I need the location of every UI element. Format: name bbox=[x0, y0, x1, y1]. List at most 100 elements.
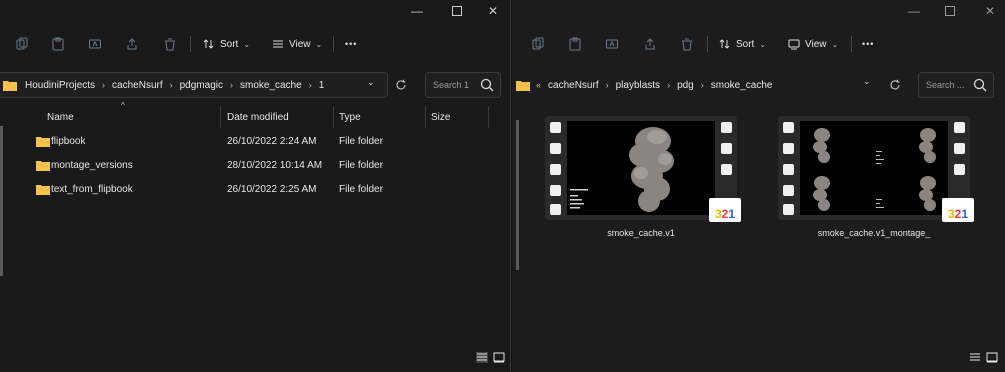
file-label[interactable]: smoke_cache.v1_montage_ bbox=[778, 228, 970, 238]
breadcrumb-item[interactable]: pdgmagic bbox=[180, 80, 223, 91]
paste-icon[interactable] bbox=[567, 36, 583, 52]
film-hole bbox=[550, 204, 561, 215]
chevron-down-icon: ⌄ bbox=[315, 39, 323, 49]
column-divider[interactable] bbox=[333, 106, 334, 128]
maximize-button[interactable] bbox=[935, 2, 965, 20]
mpc-hc-icon: 321 bbox=[942, 198, 974, 222]
column-header-type[interactable]: Type bbox=[339, 108, 361, 126]
maximize-icon bbox=[452, 6, 462, 16]
smoke-montage-image bbox=[813, 128, 936, 211]
sort-button[interactable]: Sort ⌄ bbox=[719, 35, 766, 53]
maximize-button[interactable] bbox=[442, 2, 472, 20]
chevron-down-icon: ⌄ bbox=[243, 39, 251, 49]
film-hole bbox=[550, 164, 561, 175]
breadcrumb-item[interactable]: smoke_cache bbox=[240, 80, 302, 91]
chevron-right-icon: › bbox=[229, 80, 233, 90]
tiles-view-icon[interactable] bbox=[986, 352, 998, 363]
breadcrumb-item[interactable]: cacheNsurf bbox=[112, 80, 163, 91]
video-thumbnail[interactable]: 321 bbox=[545, 116, 741, 222]
column-divider[interactable] bbox=[220, 106, 221, 128]
chevron-right-icon: › bbox=[605, 80, 609, 90]
video-thumbnail[interactable]: 321 bbox=[778, 116, 974, 222]
share-icon[interactable] bbox=[642, 36, 658, 52]
breadcrumb-item[interactable]: 1 bbox=[319, 80, 325, 91]
file-name: flipbook bbox=[51, 136, 86, 147]
chevron-right-icon: › bbox=[308, 80, 312, 90]
file-row[interactable]: flipbook 26/10/2022 2:24 AM File folder bbox=[30, 132, 450, 152]
address-dropdown-icon[interactable]: ⌄ bbox=[367, 77, 375, 88]
breadcrumb-item[interactable]: pdg bbox=[677, 80, 694, 91]
explorer-window-left: — ✕ Sort ⌄ View ⌄ ••• HoudiniProjects › c… bbox=[0, 0, 511, 372]
copy-icon[interactable] bbox=[14, 36, 30, 52]
column-divider[interactable] bbox=[425, 106, 426, 128]
search-box[interactable]: Search 1 bbox=[425, 72, 501, 98]
share-icon[interactable] bbox=[124, 36, 140, 52]
video-preview bbox=[567, 121, 715, 215]
file-row[interactable]: text_from_flipbook 26/10/2022 2:25 AM Fi… bbox=[30, 180, 450, 200]
breadcrumb-item[interactable]: cacheNsurf bbox=[548, 80, 599, 91]
more-options-button[interactable]: ••• bbox=[345, 35, 357, 53]
file-name: montage_versions bbox=[51, 160, 133, 171]
breadcrumb-item[interactable]: HoudiniProjects bbox=[25, 80, 95, 91]
command-bar: Sort ⌄ View ⌄ ••• bbox=[0, 30, 510, 58]
rename-icon[interactable] bbox=[604, 36, 620, 52]
delete-icon[interactable] bbox=[162, 36, 178, 52]
details-view-icon[interactable] bbox=[969, 352, 981, 363]
file-date: 26/10/2022 2:24 AM bbox=[227, 136, 317, 147]
minimize-button[interactable]: — bbox=[402, 2, 432, 20]
film-hole bbox=[783, 164, 794, 175]
file-type: File folder bbox=[339, 160, 383, 171]
scrollbar[interactable] bbox=[516, 120, 519, 270]
chevron-right-icon: › bbox=[700, 80, 704, 90]
refresh-icon bbox=[890, 79, 900, 90]
view-label: View bbox=[289, 38, 311, 50]
more-options-button[interactable]: ••• bbox=[862, 35, 874, 53]
search-box[interactable]: Search ... bbox=[918, 72, 994, 98]
refresh-button[interactable] bbox=[390, 74, 412, 96]
tiles-view-icon[interactable] bbox=[493, 352, 505, 363]
file-label[interactable]: smoke_cache.v1 bbox=[545, 228, 737, 238]
column-header-date[interactable]: Date modified bbox=[227, 108, 289, 126]
maximize-icon bbox=[945, 6, 955, 16]
file-row[interactable]: montage_versions 28/10/2022 10:14 AM Fil… bbox=[30, 156, 450, 176]
chevron-down-icon: ⌄ bbox=[831, 39, 839, 49]
view-button[interactable]: View ⌄ bbox=[788, 35, 838, 53]
film-hole bbox=[721, 122, 732, 133]
address-bar[interactable]: HoudiniProjects › cacheNsurf › pdgmagic › s… bbox=[0, 72, 388, 98]
address-bar[interactable]: « cacheNsurf › playblasts › pdg › smoke_cac… bbox=[512, 72, 882, 98]
search-placeholder: Search 1 bbox=[433, 80, 470, 90]
sort-label: Sort bbox=[220, 38, 239, 50]
column-header-size[interactable]: Size bbox=[431, 108, 450, 126]
delete-icon[interactable] bbox=[679, 36, 695, 52]
title-bar: — ✕ bbox=[512, 0, 1005, 22]
search-icon[interactable] bbox=[479, 77, 495, 93]
file-date: 28/10/2022 10:14 AM bbox=[227, 160, 323, 171]
chevron-right-icon: › bbox=[169, 80, 173, 90]
video-preview bbox=[800, 121, 948, 215]
film-hole bbox=[550, 185, 561, 196]
film-hole bbox=[783, 143, 794, 154]
sort-button[interactable]: Sort ⌄ bbox=[203, 35, 250, 53]
copy-icon[interactable] bbox=[530, 36, 546, 52]
paste-icon[interactable] bbox=[50, 36, 66, 52]
film-hole bbox=[954, 164, 965, 175]
rename-icon[interactable] bbox=[87, 36, 103, 52]
details-view-icon[interactable] bbox=[476, 352, 488, 363]
overflow-crumbs-icon[interactable]: « bbox=[536, 80, 541, 90]
toolbar-separator bbox=[190, 36, 191, 52]
toolbar-separator bbox=[333, 36, 334, 52]
folder-icon bbox=[36, 137, 50, 147]
breadcrumb-item[interactable]: playblasts bbox=[616, 80, 660, 91]
search-icon[interactable] bbox=[972, 77, 988, 93]
column-header-name[interactable]: Name bbox=[47, 108, 74, 126]
close-button[interactable]: ✕ bbox=[478, 2, 508, 20]
scrollbar[interactable] bbox=[0, 126, 3, 276]
minimize-button[interactable]: — bbox=[899, 2, 929, 20]
address-dropdown-icon[interactable]: ⌄ bbox=[863, 76, 871, 87]
close-button[interactable]: ✕ bbox=[975, 2, 1005, 20]
column-divider[interactable] bbox=[488, 106, 489, 128]
refresh-button[interactable] bbox=[884, 74, 906, 96]
view-button[interactable]: View ⌄ bbox=[272, 35, 322, 53]
film-hole bbox=[783, 204, 794, 215]
breadcrumb-item[interactable]: smoke_cache bbox=[711, 80, 773, 91]
